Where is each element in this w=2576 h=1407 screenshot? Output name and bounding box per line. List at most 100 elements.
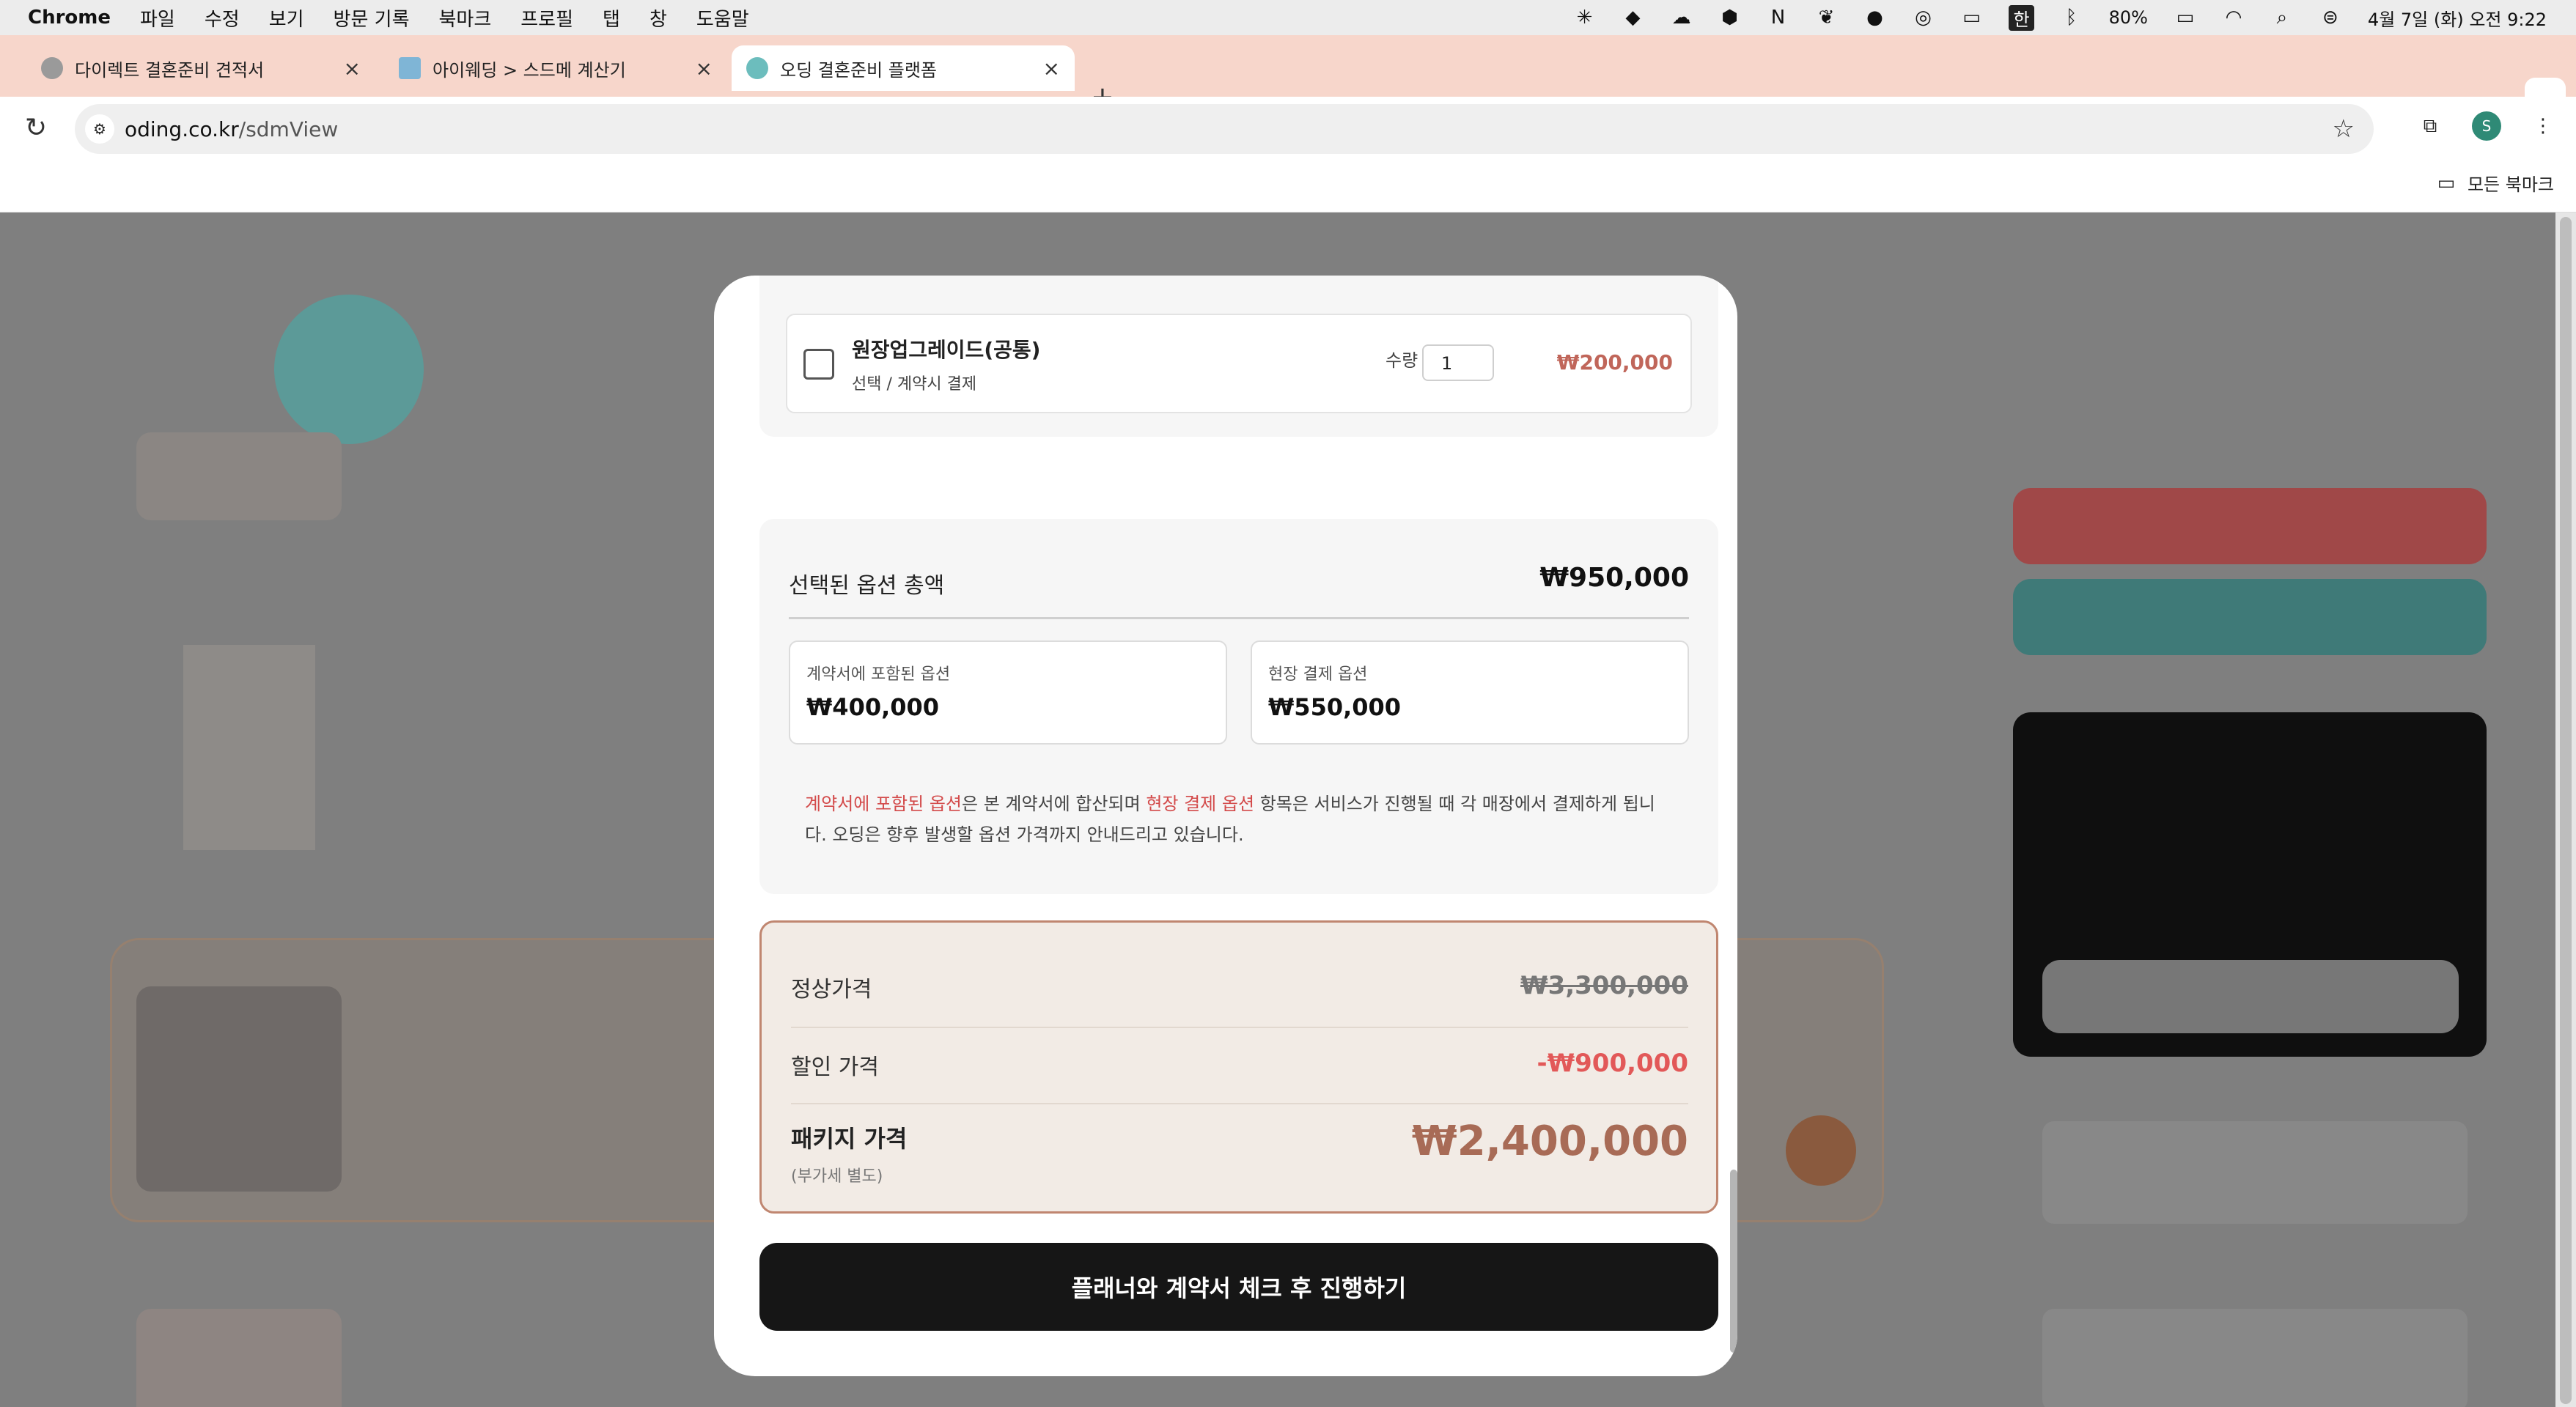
option-note: 계약서에 포함된 옵션은 본 계약서에 합산되며 현장 결제 옵션 항목은 서비…: [805, 789, 1674, 850]
bg-orange-circle: [1786, 1115, 1856, 1186]
divider: [791, 1103, 1688, 1104]
close-icon[interactable]: ×: [696, 56, 713, 81]
quantity-label: 수량: [1385, 350, 1418, 371]
menu-window[interactable]: 창: [649, 4, 667, 32]
airdrop-icon[interactable]: ◎: [1912, 7, 1934, 29]
onsite-option-value: ₩550,000: [1268, 693, 1402, 721]
option-meta: 선택 / 계약시 결제: [852, 375, 977, 394]
battery-percent: 80%: [2108, 7, 2148, 28]
all-bookmarks-button[interactable]: ▭ 모든 북마크: [2435, 170, 2554, 196]
display-icon[interactable]: ▭: [1960, 7, 1982, 29]
menu-history[interactable]: 방문 기록: [334, 4, 410, 32]
url-domain: oding.co.kr: [125, 117, 239, 141]
menu-edit[interactable]: 수정: [205, 4, 240, 32]
url-path: /sdmView: [238, 117, 339, 141]
macos-menubar: Chrome 파일 수정 보기 방문 기록 북마크 프로필 탭 창 도움말 ✳ …: [0, 0, 2576, 35]
menu-profiles[interactable]: 프로필: [520, 4, 573, 32]
tab-favicon: [746, 57, 768, 79]
cloud-icon[interactable]: ☁: [1670, 7, 1692, 29]
discount-value: -₩900,000: [1537, 1049, 1688, 1078]
divider: [791, 1027, 1688, 1028]
all-bookmarks-label: 모든 북마크: [2467, 174, 2554, 195]
contract-option-box: 계약서에 포함된 옵션 ₩400,000: [789, 640, 1227, 745]
menu-bookmarks[interactable]: 북마크: [439, 4, 492, 32]
menu-view[interactable]: 보기: [269, 4, 304, 32]
regular-price-value: ₩3,300,000: [1520, 971, 1688, 1000]
reload-icon[interactable]: ↻: [25, 113, 47, 143]
tab-iwedding[interactable]: 아이웨딩 > 스드메 계산기 ×: [384, 45, 727, 91]
note-text: 은 본 계약서에 합산되며: [961, 794, 1147, 814]
note-highlight: 계약서에 포함된 옵션: [805, 794, 962, 814]
scrollbar-thumb[interactable]: [2560, 217, 2572, 1404]
site-info-icon[interactable]: ⚙: [85, 114, 114, 144]
more-menu-icon[interactable]: ⋮: [2532, 115, 2554, 137]
hexagon-icon[interactable]: ⬢: [1718, 7, 1740, 29]
search-icon[interactable]: ⌕: [2271, 7, 2293, 29]
tab-oding[interactable]: 오딩 결혼준비 플랫폼 ×: [732, 45, 1075, 91]
vat-note: (부가세 별도): [791, 1167, 883, 1186]
close-icon[interactable]: ×: [344, 56, 361, 81]
address-bar[interactable]: ⚙ oding.co.kr/sdmView ☆: [75, 104, 2374, 154]
divider: [789, 617, 1689, 619]
tab-estimate[interactable]: 다이렉트 결혼준비 견적서 ×: [26, 45, 375, 91]
browser-toolbar: ↻ ⚙ oding.co.kr/sdmView ☆ ⧉ S ⋮: [0, 97, 2576, 161]
note-highlight: 현장 결제 옵션: [1146, 794, 1255, 814]
control-center-icon[interactable]: ⊜: [2319, 7, 2341, 29]
bg-thumbnail: [136, 1309, 342, 1407]
option-name: 원장업그레이드(공통): [852, 338, 1041, 362]
contract-option-label: 계약서에 포함된 옵션: [806, 665, 951, 684]
package-modal: 원장업그레이드(공통) 선택 / 계약시 결제 수량 1 ₩200,000 선택…: [714, 276, 1737, 1376]
clock[interactable]: 4월 7일 (화) 오전 9:22: [2368, 5, 2547, 31]
option-price: ₩200,000: [1556, 350, 1673, 374]
battery-icon[interactable]: ▭: [2174, 7, 2196, 29]
ime-indicator[interactable]: 한: [2009, 4, 2034, 31]
option-card[interactable]: 원장업그레이드(공통) 선택 / 계약시 결제 수량 1 ₩200,000: [786, 314, 1692, 413]
quantity-input[interactable]: 1: [1422, 344, 1494, 381]
tab-favicon: [399, 57, 421, 79]
leaf-icon[interactable]: ❦: [1815, 7, 1837, 29]
menu-help[interactable]: 도움말: [696, 4, 749, 32]
bookmark-star-icon[interactable]: ☆: [2333, 114, 2355, 144]
price-summary: 정상가격 ₩3,300,000 할인 가격 -₩900,000 패키지 가격 (…: [759, 920, 1718, 1214]
option-total-section: 선택된 옵션 총액 ₩950,000 계약서에 포함된 옵션 ₩400,000 …: [759, 519, 1718, 894]
onsite-option-box: 현장 결제 옵션 ₩550,000: [1251, 640, 1689, 745]
bg-thumbnail: [136, 432, 342, 520]
status-area: ✳ ◆ ☁ ⬢ N ❦ ● ◎ ▭ 한 ᛒ 80% ▭ ◠ ⌕ ⊜ 4월 7일 …: [1573, 0, 2547, 35]
profile-avatar[interactable]: S: [2472, 111, 2501, 141]
bluetooth-icon[interactable]: ᛒ: [2061, 7, 2083, 29]
bg-thumbnail: [183, 645, 315, 850]
regular-price-label: 정상가격: [791, 977, 872, 1002]
modal-scrollbar-thumb[interactable]: [1730, 1170, 1737, 1353]
app-menu-chrome[interactable]: Chrome: [28, 7, 111, 29]
finder-icon[interactable]: ●: [1863, 7, 1885, 29]
tab-strip: 다이렉트 결혼준비 견적서 × 아이웨딩 > 스드메 계산기 × 오딩 결혼준비…: [0, 35, 2576, 119]
bookmarks-bar: ▭ 모든 북마크: [0, 161, 2576, 213]
package-price-value: ₩2,400,000: [1411, 1118, 1688, 1165]
package-price-label: 패키지 가격: [791, 1125, 908, 1153]
tab-favicon: [41, 57, 63, 79]
contract-option-value: ₩400,000: [806, 693, 940, 721]
proceed-button[interactable]: 플래너와 계약서 체크 후 진행하기: [759, 1243, 1718, 1331]
option-checkbox[interactable]: [803, 349, 834, 380]
option-total-value: ₩950,000: [1539, 563, 1689, 593]
bg-consult-button: [2013, 579, 2487, 655]
bg-package-button: [2042, 960, 2459, 1033]
tab-title: 아이웨딩 > 스드메 계산기: [433, 59, 626, 81]
bg-thumbnail: [136, 986, 342, 1192]
close-icon[interactable]: ×: [1043, 56, 1060, 81]
bg-side-item: [2042, 1121, 2468, 1224]
sparkle-icon[interactable]: ✳: [1573, 7, 1595, 29]
bg-call-button: [2013, 488, 2487, 564]
discount-label: 할인 가격: [791, 1055, 879, 1080]
tab-title: 다이렉트 결혼준비 견적서: [75, 59, 265, 81]
menu-tab[interactable]: 탭: [603, 4, 620, 32]
extensions-icon[interactable]: ⧉: [2419, 115, 2441, 137]
wifi-icon[interactable]: ◠: [2223, 7, 2245, 29]
page-scrollbar[interactable]: [2555, 213, 2576, 1407]
bg-side-item: [2042, 1309, 2468, 1407]
toolbar-actions: ⧉ S ⋮: [2419, 111, 2554, 141]
app-icon[interactable]: ◆: [1622, 7, 1644, 29]
logo-circle: [274, 295, 424, 444]
notion-icon[interactable]: N: [1767, 7, 1789, 29]
menu-file[interactable]: 파일: [140, 4, 175, 32]
